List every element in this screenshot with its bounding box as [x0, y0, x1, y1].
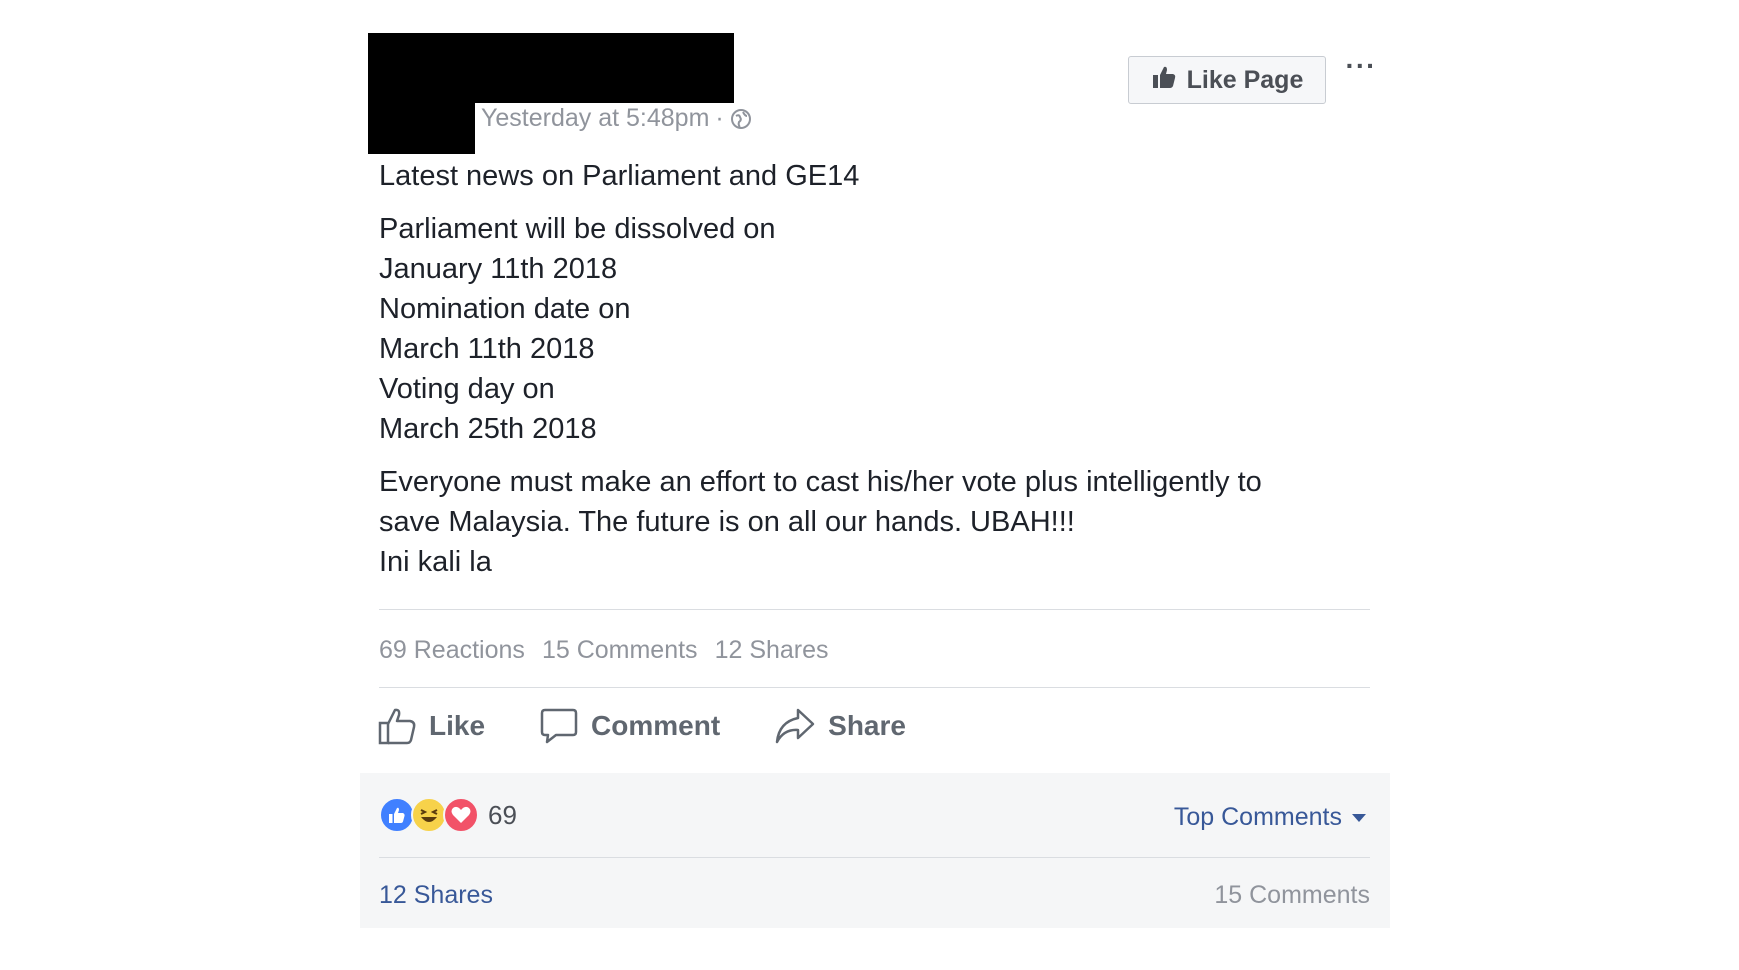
like-page-button[interactable]: Like Page: [1128, 56, 1326, 104]
post-line: January 11th 2018: [379, 253, 618, 285]
post-line: Voting day on: [379, 373, 555, 405]
thumbs-up-icon: [1151, 64, 1177, 97]
post-closing-block: Everyone must make an effort to cast his…: [379, 462, 1339, 582]
love-reaction-icon: [443, 797, 479, 833]
post-stats: 69 Reactions 15 Comments 12 Shares: [379, 636, 829, 665]
haha-reaction-icon: [411, 797, 447, 833]
redacted-page-avatar: [368, 33, 734, 103]
like-page-label: Like Page: [1186, 65, 1304, 94]
share-button[interactable]: Share: [774, 706, 906, 746]
post-dates-block: Parliament will be dissolved on January …: [379, 209, 1339, 449]
reaction-count: 69: [488, 799, 517, 830]
shares-link[interactable]: 12 Shares: [379, 881, 493, 910]
reactions-summary[interactable]: 69: [379, 797, 517, 833]
comments-count-link[interactable]: 15 Comments: [542, 636, 698, 665]
share-label: Share: [828, 710, 906, 741]
post-actions: Like Comment Share: [377, 706, 906, 746]
post-headline: Latest news on Parliament and GE14: [379, 160, 860, 192]
thumbs-up-outline-icon: [377, 706, 417, 746]
like-button[interactable]: Like: [377, 706, 485, 746]
comments-panel: 69 Top Comments 12 Shares 15 Comments: [360, 773, 1390, 928]
post-line: save Malaysia. The future is on all our …: [379, 506, 1075, 538]
divider: [379, 857, 1370, 858]
post-line: Parliament will be dissolved on: [379, 213, 776, 245]
post-line: March 25th 2018: [379, 413, 597, 445]
comment-bubble-icon: [539, 706, 579, 746]
post-timestamp[interactable]: Yesterday at 5:48pm: [481, 104, 709, 133]
top-comments-label: Top Comments: [1173, 803, 1342, 831]
more-options-icon[interactable]: ···: [1344, 52, 1378, 90]
divider: [379, 687, 1370, 688]
reactions-count-link[interactable]: 69 Reactions: [379, 636, 525, 665]
globe-icon[interactable]: [730, 108, 752, 130]
post-line: Nomination date on: [379, 293, 631, 325]
top-comments-dropdown[interactable]: Top Comments: [1174, 803, 1366, 832]
shares-count-link[interactable]: 12 Shares: [715, 636, 829, 665]
comment-button[interactable]: Comment: [539, 706, 720, 746]
post-line: March 11th 2018: [379, 333, 595, 365]
post-line: Everyone must make an effort to cast his…: [379, 466, 1262, 498]
post-line: Ini kali la: [379, 546, 492, 578]
comments-count[interactable]: 15 Comments: [1214, 881, 1370, 910]
caret-down-icon: [1352, 813, 1366, 822]
post-text: Latest news on Parliament and GE14 Parli…: [379, 156, 1339, 582]
divider: [379, 609, 1370, 610]
redacted-page-name: [368, 100, 475, 154]
separator-dot: ·: [715, 104, 724, 132]
like-reaction-icon: [379, 797, 415, 833]
like-label: Like: [429, 710, 486, 741]
share-arrow-icon: [774, 706, 816, 746]
post-timestamp-row: Yesterday at 5:48pm ·: [481, 104, 752, 133]
comment-label: Comment: [591, 710, 721, 741]
